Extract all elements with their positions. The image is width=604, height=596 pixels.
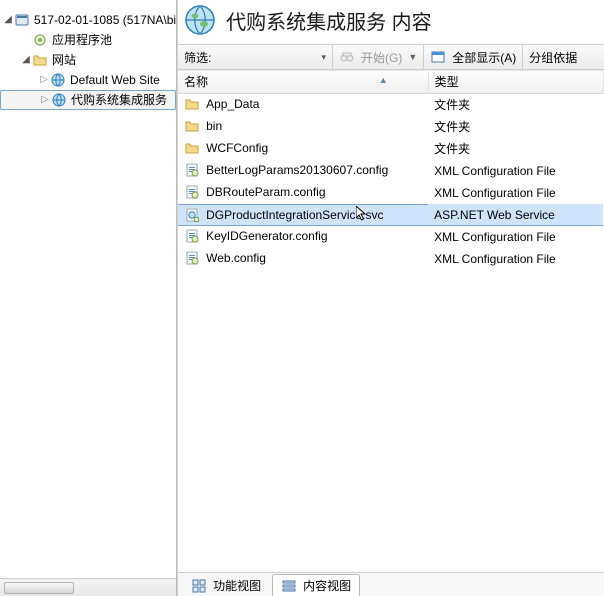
table-row[interactable]: WCFConfig 文件夹	[178, 138, 603, 160]
table-row[interactable]: bin 文件夹	[178, 116, 603, 138]
tree-node-server[interactable]: ◢ 517-02-01-1085 (517NA\bi	[0, 10, 176, 30]
list-icon	[281, 578, 297, 594]
show-all-icon	[430, 49, 446, 65]
tree-horizontal-scrollbar[interactable]	[0, 578, 176, 596]
column-header-type[interactable]: 类型	[428, 71, 603, 93]
show-all-label: 全部显示(A)	[452, 49, 516, 66]
connections-tree[interactable]: ◢ 517-02-01-1085 (517NA\bi 应用程序池	[0, 0, 176, 578]
type-cell: XML Configuration File	[428, 248, 603, 270]
tab-label: 内容视图	[303, 577, 351, 594]
file-list[interactable]: 名称 ▲ 类型 App_Data文件夹bin文件夹WCFConfig文件夹Bet…	[178, 71, 604, 270]
folder-icon	[184, 118, 200, 134]
collapse-icon[interactable]: ◢	[2, 10, 14, 30]
tab-label: 功能视图	[213, 577, 261, 594]
iis-manager-window: ◢ 517-02-01-1085 (517NA\bi 应用程序池	[0, 0, 604, 596]
type-cell: XML Configuration File	[428, 160, 603, 182]
name-cell[interactable]: bin	[178, 116, 428, 138]
file-name: KeyIDGenerator.config	[206, 229, 327, 243]
features-icon	[191, 578, 207, 594]
collapse-icon[interactable]: ◢	[20, 50, 32, 70]
name-cell[interactable]: Web.config	[178, 248, 428, 270]
tree-label: 应用程序池	[50, 30, 112, 50]
tree-label: 代购系统集成服务	[69, 90, 167, 110]
file-list-container: 名称 ▲ 类型 App_Data文件夹bin文件夹WCFConfig文件夹Bet…	[178, 70, 604, 572]
file-name: DGProductIntegrationService.svc	[206, 208, 383, 222]
tab-content-view[interactable]: 内容视图	[272, 574, 360, 596]
server-icon	[14, 12, 30, 28]
tree-label: 网站	[50, 50, 76, 70]
binoculars-icon	[339, 49, 355, 65]
content-toolbar: 筛选: ▾ 开始(G) ▼ 全部显示(A) 分组依据	[178, 44, 604, 70]
type-cell: ASP.NET Web Service	[428, 204, 603, 226]
tree-node-default-site[interactable]: ▷ Default Web Site	[0, 70, 176, 90]
tree-label: 517-02-01-1085 (517NA\bi	[32, 10, 176, 30]
file-name: App_Data	[206, 97, 259, 111]
column-label: 类型	[435, 75, 459, 89]
content-pane: 代购系统集成服务 内容 筛选: ▾ 开始(G) ▼ 全部显示(A) 分组依据	[178, 0, 604, 596]
sort-indicator-icon: ▲	[379, 75, 388, 85]
type-cell: XML Configuration File	[428, 226, 603, 248]
globe-icon	[51, 92, 67, 108]
tree-node-app-pools[interactable]: 应用程序池	[0, 30, 176, 50]
column-header-name[interactable]: 名称 ▲	[178, 71, 428, 93]
expand-icon[interactable]: ▷	[39, 90, 51, 110]
connections-tree-pane: ◢ 517-02-01-1085 (517NA\bi 应用程序池	[0, 0, 177, 596]
name-cell[interactable]: DBRouteParam.config	[178, 182, 428, 204]
chevron-down-icon[interactable]: ▾	[321, 52, 326, 63]
column-header-row: 名称 ▲ 类型	[178, 71, 603, 93]
folder-icon	[32, 52, 48, 68]
start-button[interactable]: 开始(G) ▼	[333, 45, 424, 69]
show-all-button[interactable]: 全部显示(A)	[424, 45, 523, 69]
scrollbar-thumb[interactable]	[4, 582, 74, 594]
name-cell[interactable]: KeyIDGenerator.config	[178, 226, 428, 248]
tab-features-view[interactable]: 功能视图	[182, 574, 270, 596]
table-row[interactable]: DGProductIntegrationService.svc ASP.NET W…	[178, 204, 603, 226]
type-cell: 文件夹	[428, 116, 603, 138]
content-header: 代购系统集成服务 内容	[178, 0, 604, 44]
group-by-button[interactable]: 分组依据	[523, 45, 583, 69]
view-tabs: 功能视图 内容视图	[178, 572, 604, 596]
type-cell: 文件夹	[428, 138, 603, 160]
table-row[interactable]: DBRouteParam.config XML Configuration Fil…	[178, 182, 603, 204]
file-name: BetterLogParams20130607.config	[206, 163, 388, 177]
file-name: WCFConfig	[206, 141, 268, 155]
group-by-label: 分组依据	[529, 49, 577, 66]
expand-icon[interactable]: ▷	[38, 70, 50, 90]
file-name: DBRouteParam.config	[206, 185, 325, 199]
config-icon	[184, 162, 200, 178]
name-cell[interactable]: DGProductIntegrationService.svc	[178, 204, 428, 226]
table-row[interactable]: Web.config XML Configuration File	[178, 248, 603, 270]
type-cell: XML Configuration File	[428, 182, 603, 204]
globe-icon	[50, 72, 66, 88]
config-icon	[184, 228, 200, 244]
column-label: 名称	[184, 75, 208, 89]
filter-input[interactable]	[215, 49, 315, 65]
name-cell[interactable]: WCFConfig	[178, 138, 428, 160]
tree-label: Default Web Site	[68, 70, 160, 90]
type-cell: 文件夹	[428, 93, 603, 116]
config-icon	[184, 184, 200, 200]
table-row[interactable]: BetterLogParams20130607.config XML Config…	[178, 160, 603, 182]
file-name: bin	[206, 119, 222, 133]
globe-icon	[184, 4, 216, 36]
chevron-down-icon[interactable]: ▼	[408, 52, 417, 62]
name-cell[interactable]: BetterLogParams20130607.config	[178, 160, 428, 182]
table-row[interactable]: App_Data 文件夹	[178, 93, 603, 116]
folder-icon	[184, 96, 200, 112]
filter-segment: 筛选: ▾	[178, 45, 333, 69]
svc-icon	[184, 207, 200, 223]
gear-icon	[32, 32, 48, 48]
folder-icon	[184, 140, 200, 156]
file-name: Web.config	[206, 251, 266, 265]
name-cell[interactable]: App_Data	[178, 94, 428, 116]
config-icon	[184, 250, 200, 266]
start-label: 开始(G)	[361, 49, 402, 66]
table-row[interactable]: KeyIDGenerator.config XML Configuration F…	[178, 226, 603, 248]
tree-node-selected-site[interactable]: ▷ 代购系统集成服务	[0, 90, 176, 110]
filter-label: 筛选:	[184, 49, 211, 66]
tree-node-sites[interactable]: ◢ 网站	[0, 50, 176, 70]
page-title: 代购系统集成服务 内容	[226, 6, 432, 35]
